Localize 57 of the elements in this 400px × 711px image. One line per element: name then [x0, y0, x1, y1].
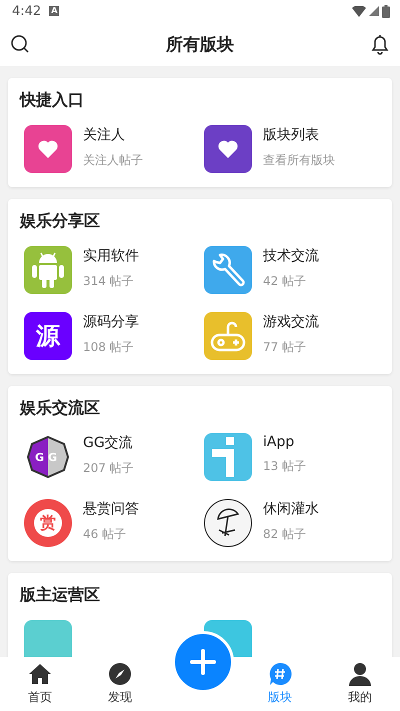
forum-name: 关注人	[83, 126, 126, 144]
source-icon: 源	[24, 312, 72, 360]
forum-item[interactable]: 休闲灌水 82 帖子	[200, 493, 380, 555]
section-title: 版主运营区	[20, 585, 100, 606]
letter-i-icon	[204, 433, 252, 481]
forum-post-count: 314 帖子	[83, 273, 135, 290]
gamepad-icon	[204, 312, 252, 360]
nav-tab[interactable]: 发现	[80, 658, 160, 710]
nav-tab[interactable]: 首页	[0, 658, 80, 710]
forum-post-count: 关注人帖子	[83, 152, 143, 169]
forum-post-count: 77 帖子	[263, 339, 308, 356]
robot-icon	[24, 246, 72, 294]
speech-bubble-icon: 赏	[24, 499, 72, 547]
forum-item[interactable]: 源 源码分享 108 帖子	[20, 306, 200, 368]
forum-item[interactable]: 实用软件 314 帖子	[20, 240, 200, 302]
page-title: 所有版块	[166, 34, 234, 56]
forum-icon	[24, 620, 72, 657]
forum-post-count: 查看所有版块	[263, 152, 335, 169]
person-icon	[348, 662, 372, 686]
forum-item[interactable]: 版块列表 查看所有版块	[200, 119, 380, 181]
forum-item[interactable]: 游戏交流 77 帖子	[200, 306, 380, 368]
forum-name: 休闲灌水	[263, 500, 319, 518]
forum-item[interactable]: 赏 悬赏问答 46 帖子	[20, 493, 200, 555]
umbrella-icon	[204, 499, 252, 547]
forum-post-count: 13 帖子	[263, 458, 306, 475]
forum-name: 实用软件	[83, 247, 139, 265]
signal-icon	[369, 6, 379, 16]
bell-icon[interactable]	[370, 33, 390, 55]
section-title: 娱乐分享区	[20, 211, 100, 232]
wifi-icon	[352, 6, 366, 16]
forum-name: 悬赏问答	[83, 500, 139, 518]
forum-name: 版块列表	[263, 126, 320, 144]
hash-bubble-icon	[268, 662, 292, 686]
forum-post-count: 46 帖子	[83, 526, 128, 543]
section-title: 娱乐交流区	[20, 398, 100, 419]
forum-item[interactable]: 关注人 关注人帖子	[20, 119, 200, 181]
compass-icon	[108, 662, 132, 686]
forum-post-count: 207 帖子	[83, 460, 134, 477]
search-icon[interactable]	[10, 34, 30, 54]
forum-name: GG交流	[83, 434, 134, 452]
wrench-icon	[204, 246, 252, 294]
forum-name: 游戏交流	[263, 313, 319, 331]
forum-name: 技术交流	[263, 247, 319, 265]
battery-icon	[382, 4, 390, 18]
forum-post-count: 82 帖子	[263, 526, 308, 543]
section-title: 快捷入口	[20, 90, 84, 111]
notification-icon: A	[49, 6, 60, 16]
forum-name: iApp	[263, 434, 296, 450]
forum-item[interactable]: 技术交流 42 帖子	[200, 240, 380, 302]
forum-post-count: 42 帖子	[263, 273, 308, 290]
clock: 4:42	[12, 4, 42, 18]
forum-item[interactable]: iApp 13 帖子	[200, 427, 380, 489]
nav-tab[interactable]: 我的	[320, 658, 400, 710]
plus-icon	[190, 649, 216, 675]
forum-post-count: 108 帖子	[83, 339, 135, 356]
forum-name: 源码分享	[83, 313, 139, 331]
home-icon	[28, 662, 52, 686]
